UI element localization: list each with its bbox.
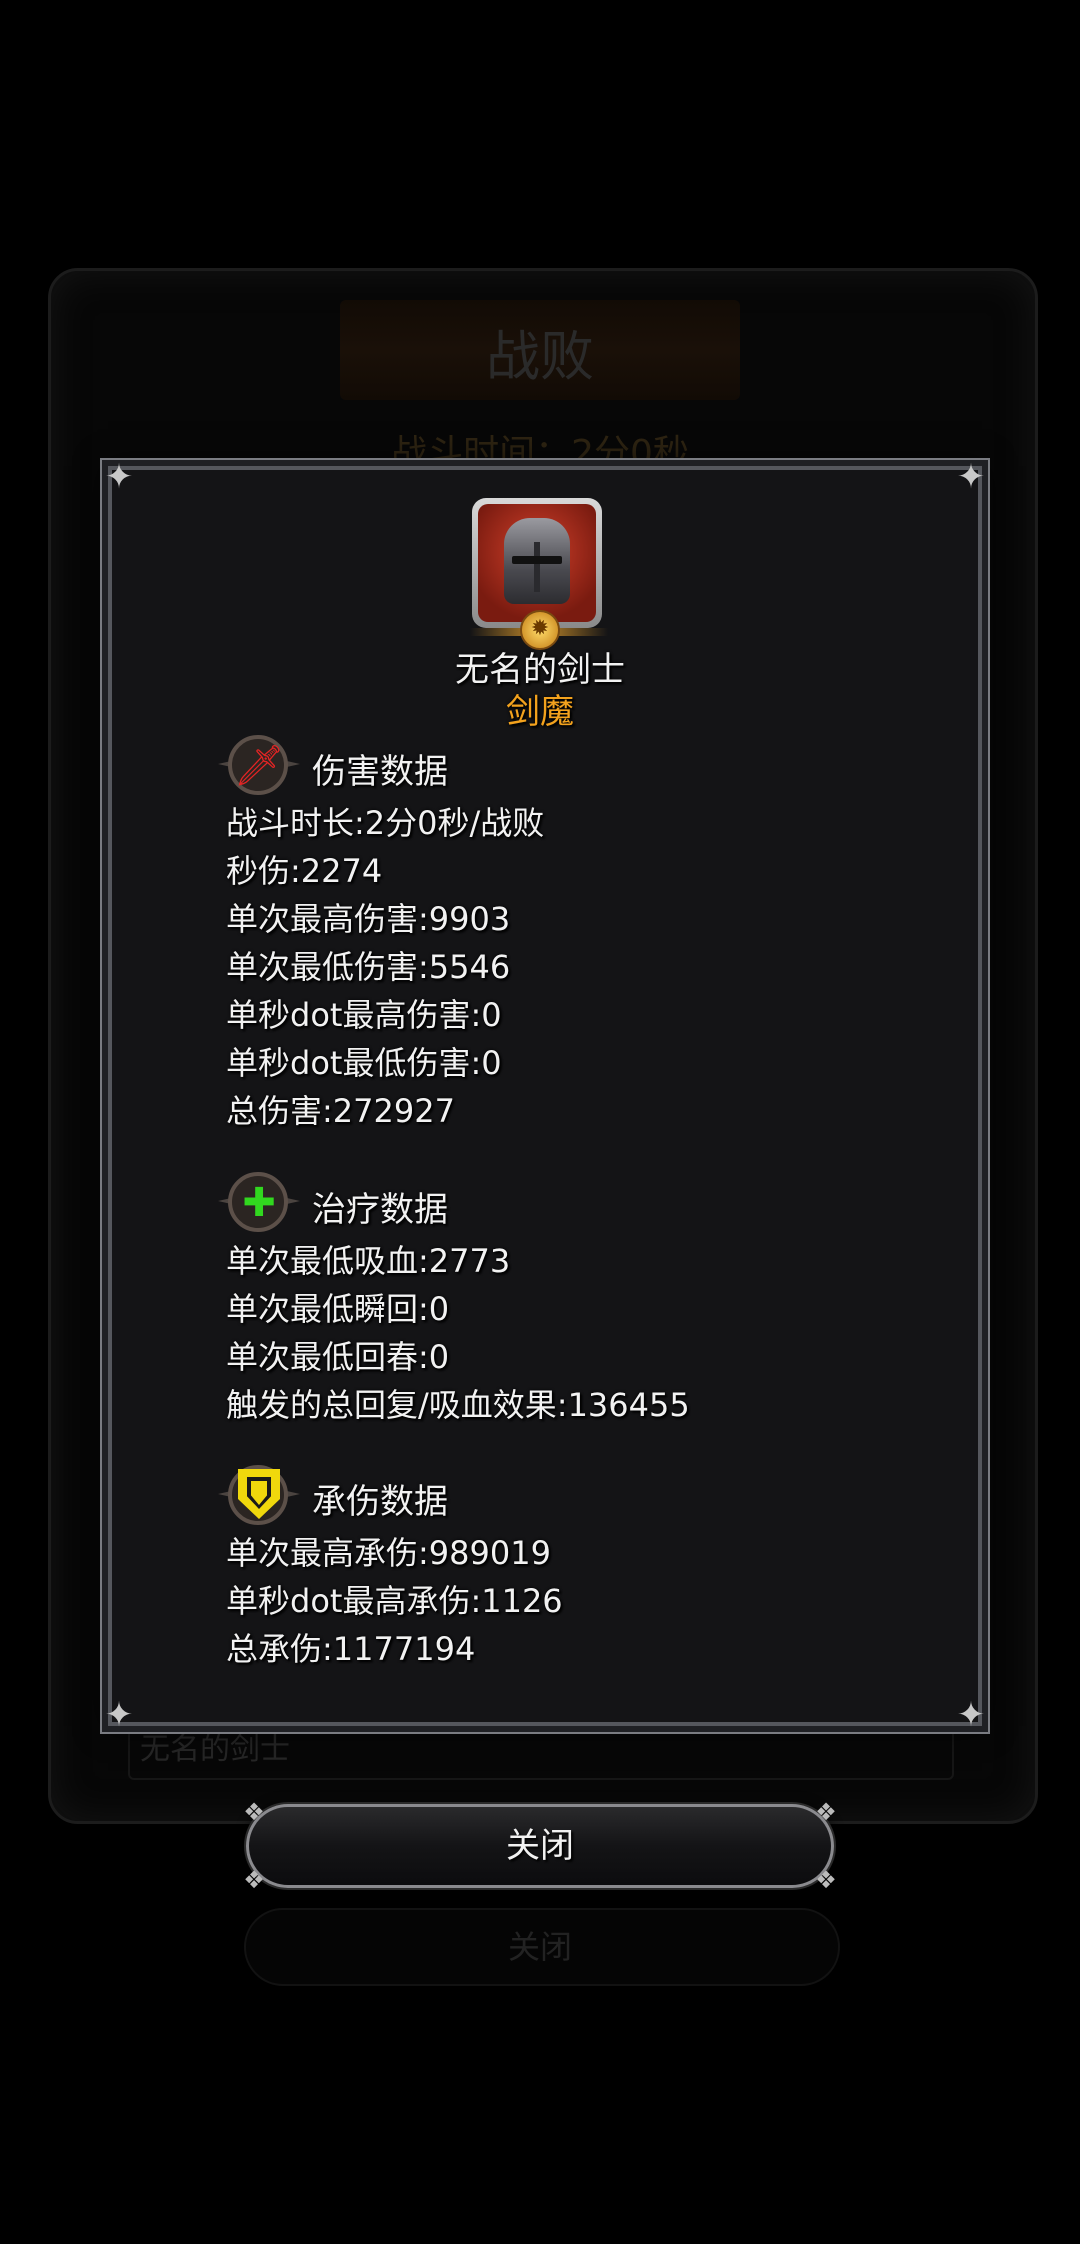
tanking-stat-line: 单秒dot最高承伤:1126: [226, 1582, 563, 1620]
corner-sparkle-icon: ✦: [104, 457, 134, 497]
damage-stat-line: 战斗时长:2分0秒/战败: [226, 804, 545, 842]
close-button-label: 关闭: [506, 1826, 574, 1866]
damage-stat-line: 总伤害:272927: [226, 1092, 455, 1130]
healing-section-title: 治疗数据: [312, 1190, 448, 1230]
green-plus-icon: ✚: [218, 1168, 300, 1238]
hero-portrait: [472, 498, 602, 628]
background-name-text: 无名的剑士: [140, 1732, 290, 1767]
damage-stat-line: 单秒dot最低伤害:0: [226, 1044, 502, 1082]
armored-knight-portrait-icon: [478, 504, 596, 622]
healing-stat-line: 单次最低回春:0: [226, 1338, 450, 1376]
damage-stat-line: 单次最低伤害:5546: [226, 948, 511, 986]
background-close-label: 关闭: [507, 1928, 572, 1966]
background-title: 战败: [486, 325, 594, 388]
corner-sparkle-icon: ✦: [956, 1695, 986, 1735]
damage-stat-line: 单次最高伤害:9903: [226, 900, 511, 938]
damage-section-title: 伤害数据: [312, 752, 448, 792]
damage-stat-line: 单秒dot最高伤害:0: [226, 996, 502, 1034]
corner-sparkle-icon: ✦: [956, 457, 986, 497]
close-button[interactable]: ❖ ❖ ❖ ❖ 关闭: [243, 1798, 837, 1894]
healing-stat-line: 单次最低瞬回:0: [226, 1290, 450, 1328]
damage-stat-line: 秒伤:2274: [226, 852, 383, 890]
corner-sparkle-icon: ✦: [104, 1695, 134, 1735]
yellow-shield-icon: [218, 1461, 300, 1531]
tanking-stat-line: 单次最高承伤:989019: [226, 1534, 551, 1572]
hero-class: 剑魔: [506, 692, 574, 732]
healing-stat-line: 触发的总回复/吸血效果:136455: [226, 1386, 690, 1424]
tanking-section-title: 承伤数据: [312, 1482, 448, 1522]
red-sword-icon: 🗡: [218, 731, 300, 801]
tanking-stat-line: 总承伤:1177194: [226, 1630, 476, 1668]
healing-stat-line: 单次最低吸血:2773: [226, 1242, 511, 1280]
